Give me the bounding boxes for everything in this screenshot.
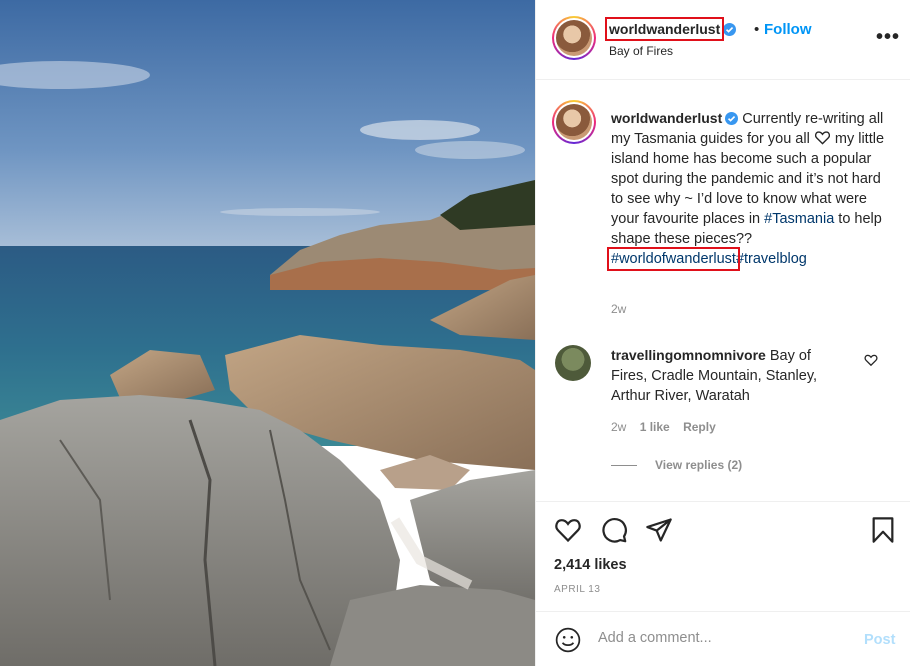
caption-author-avatar[interactable] — [552, 100, 596, 144]
heart-emoji-icon — [814, 131, 830, 145]
post-date[interactable]: APRIL 13 — [554, 584, 600, 595]
more-options-icon[interactable]: ••• — [876, 26, 900, 49]
separator-dot: • — [754, 21, 760, 38]
comment-like-heart-icon[interactable] — [864, 353, 878, 367]
view-replies-label: View replies (2) — [655, 458, 743, 472]
add-comment-bar: Post — [536, 611, 910, 666]
comment-timestamp[interactable]: 2w — [611, 420, 626, 434]
follow-button[interactable]: Follow — [764, 21, 812, 38]
hashtag-tasmania-link[interactable]: #Tasmania — [764, 211, 834, 227]
comment-text: travellingomnomnivore Bay of Fires, Crad… — [611, 345, 851, 406]
coastal-rocks-image — [0, 0, 535, 666]
post-photo[interactable] — [0, 0, 535, 666]
comment-icon[interactable] — [600, 516, 628, 544]
bookmark-icon[interactable] — [869, 516, 897, 544]
verified-badge-icon — [725, 112, 739, 125]
comment-input[interactable] — [598, 630, 848, 646]
post-actions: 2,414 likes APRIL 13 — [536, 501, 910, 611]
verified-badge-icon — [723, 23, 737, 36]
post-location-link[interactable]: Bay of Fires — [609, 44, 673, 58]
heart-icon[interactable] — [554, 516, 582, 544]
commenter-username-link[interactable]: travellingomnomnivore — [611, 347, 766, 363]
hashtag-worldofwanderlust-link[interactable]: #worldofwanderlust — [607, 247, 740, 271]
replies-divider — [611, 465, 637, 467]
post-side-panel: worldwanderlust • Follow Bay of Fires ••… — [535, 0, 910, 666]
emoji-icon[interactable] — [555, 627, 581, 653]
post-comment-button[interactable]: Post — [864, 632, 895, 648]
comment-reply-button[interactable]: Reply — [683, 420, 716, 434]
caption-username-link[interactable]: worldwanderlust — [611, 110, 722, 126]
share-icon[interactable] — [645, 516, 673, 544]
caption-timestamp[interactable]: 2w — [611, 302, 626, 316]
commenter-avatar[interactable] — [555, 345, 591, 381]
author-username-header[interactable]: worldwanderlust — [604, 17, 737, 41]
view-replies-button[interactable]: View replies (2) — [611, 458, 742, 472]
caption-text: worldwanderlust Currently re-writing all… — [607, 108, 889, 271]
author-username-link[interactable]: worldwanderlust — [604, 17, 725, 41]
likes-count[interactable]: 2,414 likes — [554, 557, 627, 573]
comment-meta: 2w 1 like Reply — [611, 420, 716, 434]
hashtag-travelblog-link[interactable]: #travelblog — [736, 251, 807, 267]
author-avatar[interactable] — [552, 16, 596, 60]
post-header: worldwanderlust • Follow Bay of Fires ••… — [536, 0, 910, 80]
comment-likes-count[interactable]: 1 like — [640, 420, 670, 434]
